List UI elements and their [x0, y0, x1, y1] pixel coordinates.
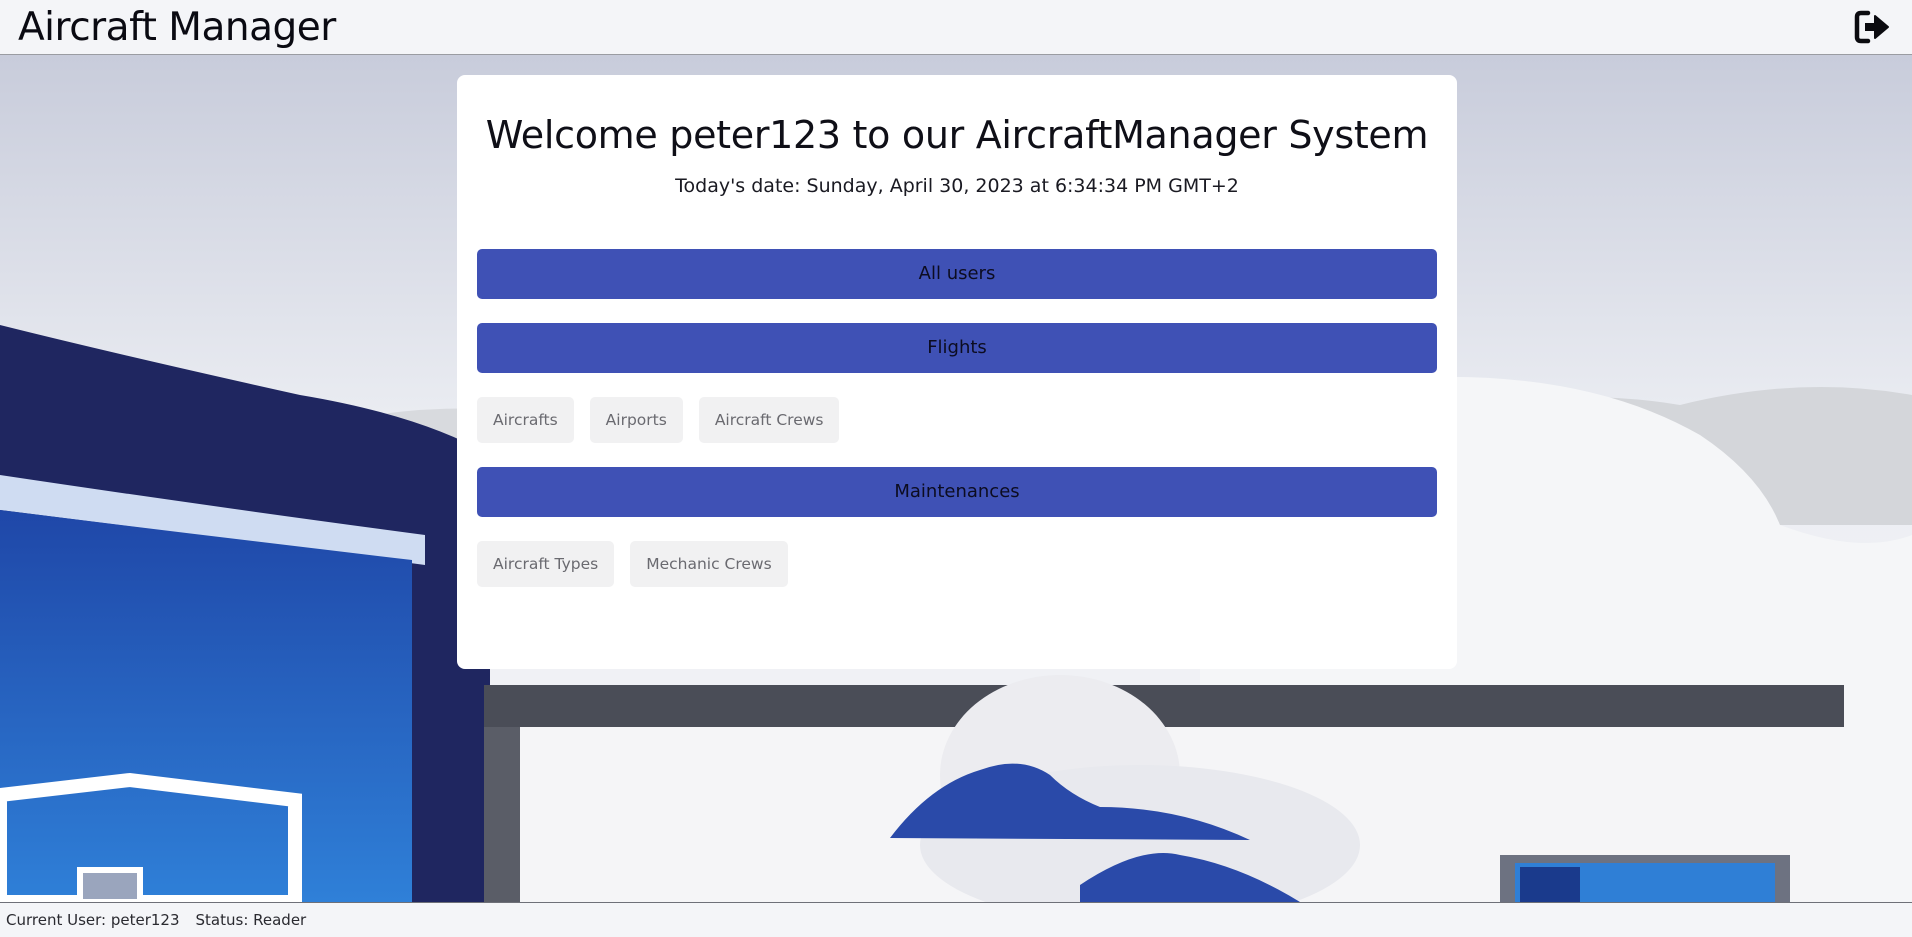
aircraft-types-link[interactable]: Aircraft Types [477, 540, 615, 587]
welcome-card: Welcome peter123 to our AircraftManager … [457, 75, 1457, 669]
flight-links: Aircrafts Airports Aircraft Crews [477, 396, 1437, 443]
current-user-label: Current User: peter123 [6, 911, 180, 929]
logout-button[interactable] [1850, 5, 1894, 49]
user-status-label: Status: Reader [195, 911, 307, 929]
aircrafts-link[interactable]: Aircrafts [477, 396, 574, 443]
maintenances-button[interactable]: Maintenances [477, 466, 1437, 517]
airports-link[interactable]: Airports [589, 396, 683, 443]
aircraft-crews-link[interactable]: Aircraft Crews [698, 396, 840, 443]
date-display: Today's date: Sunday, April 30, 2023 at … [675, 174, 1239, 197]
status-bar: Current User: peter123 Status: Reader [0, 902, 1912, 937]
flights-button[interactable]: Flights [477, 322, 1437, 373]
welcome-heading: Welcome peter123 to our AircraftManager … [485, 113, 1429, 157]
mechanic-crews-link[interactable]: Mechanic Crews [630, 540, 788, 587]
maintenance-links: Aircraft Types Mechanic Crews [477, 540, 1437, 587]
logout-icon [1854, 10, 1889, 44]
top-bar: Aircraft Manager [0, 0, 1912, 55]
app-title: Aircraft Manager [18, 4, 336, 50]
all-users-button[interactable]: All users [477, 248, 1437, 299]
